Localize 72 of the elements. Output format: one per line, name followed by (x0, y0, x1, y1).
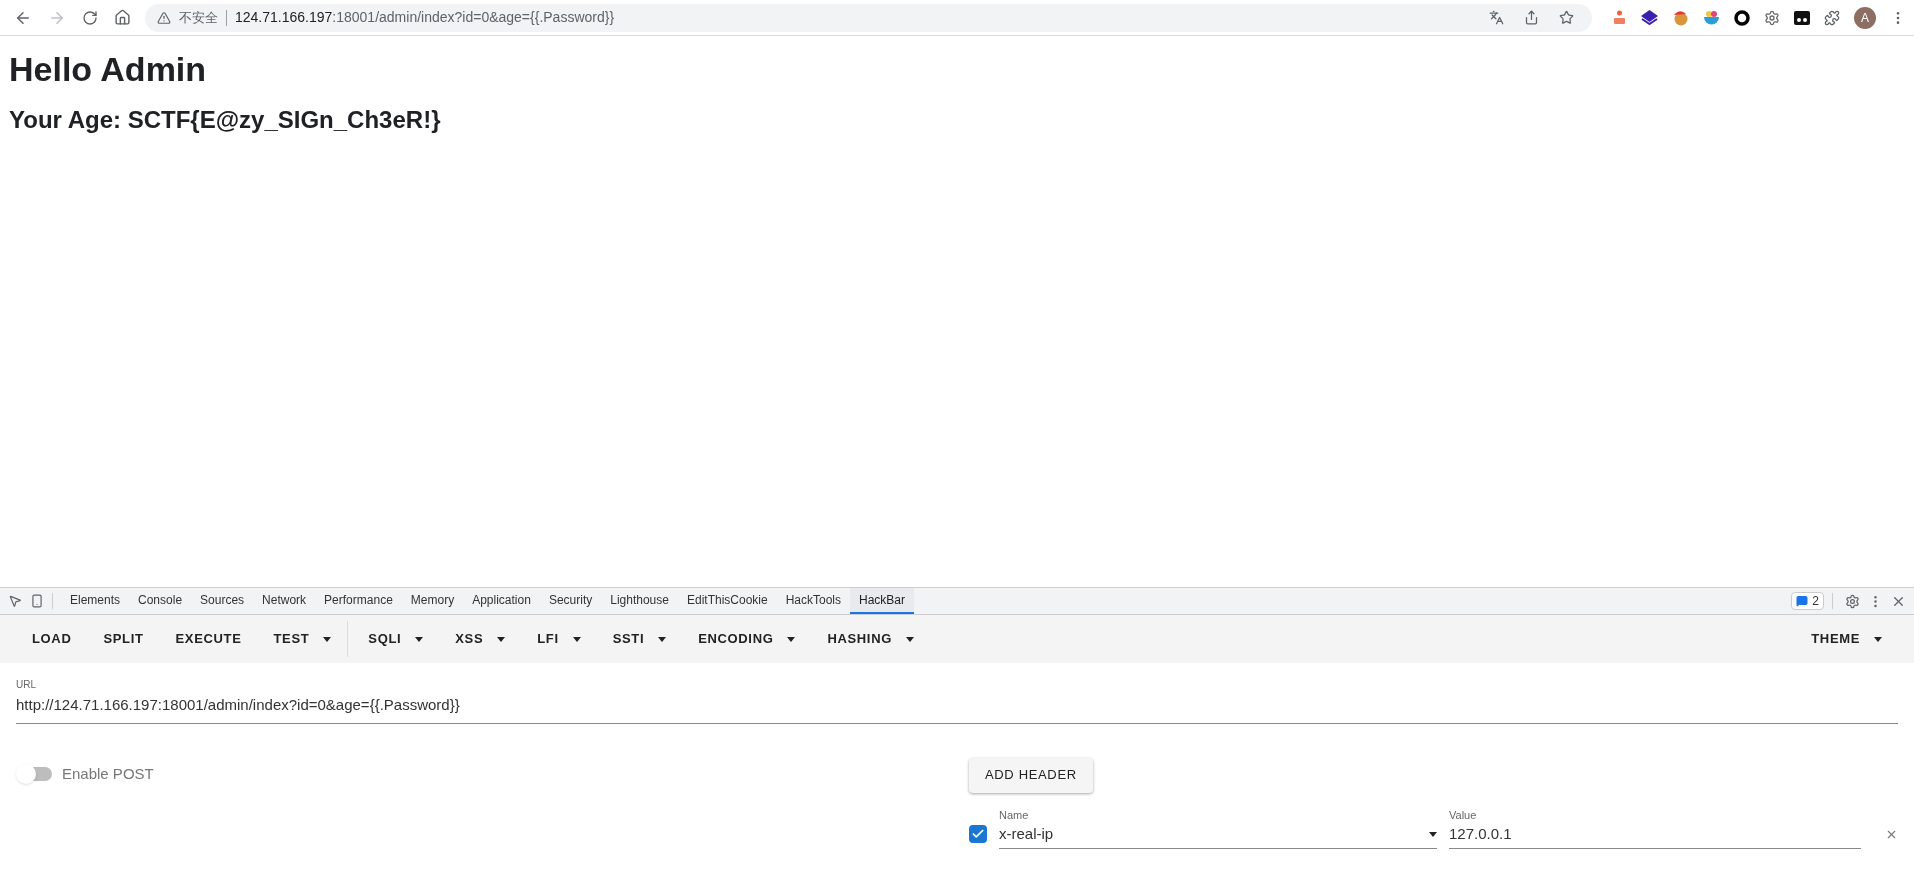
devtools-tab[interactable]: Elements (61, 588, 130, 614)
header-name-field[interactable]: Name x-real-ip (999, 806, 1437, 849)
hackbar-menu-button[interactable]: XSS (439, 621, 522, 657)
devtools-tab[interactable]: Sources (191, 588, 254, 614)
hackbar-menu-button[interactable]: ENCODING (682, 621, 812, 657)
caret-icon (323, 636, 332, 642)
caret-icon (658, 636, 667, 642)
devtools-tab[interactable]: Performance (315, 588, 402, 614)
page-heading: Hello Admin (9, 49, 208, 90)
hackbar-menu-button[interactable]: EXECUTE (159, 621, 258, 657)
cookie-extension-icon[interactable] (1672, 9, 1689, 26)
devtools-tab[interactable]: HackBar (850, 588, 915, 614)
hackbar-menu-button[interactable]: SPLIT (87, 621, 160, 657)
enable-post-switch[interactable] (16, 763, 54, 784)
warning-icon[interactable] (157, 10, 171, 25)
inspect-icon[interactable] (8, 594, 22, 608)
header-name-label: Name (999, 807, 1030, 823)
extensions-icon[interactable] (1824, 9, 1840, 26)
caret-icon (497, 636, 506, 642)
hackbar-menu-button[interactable]: SSTI (596, 621, 683, 657)
header-name-value: x-real-ip (999, 824, 1054, 844)
url-field[interactable]: URL http://124.71.166.197:18001/admin/index?id=0&age={{.Password}} (16, 677, 1898, 724)
header-value-text: 127.0.0.1 (1449, 824, 1513, 844)
header-value-label: Value (1449, 807, 1478, 823)
bowl-extension-icon[interactable] (1703, 9, 1720, 26)
devtools-tab[interactable]: HackTools (776, 588, 850, 614)
hackbar-menu-button[interactable]: HASHING (811, 621, 930, 657)
url-field-value: http://124.71.166.197:18001/admin/index?id=0&age={{.Password}} (16, 695, 461, 715)
home-icon[interactable] (114, 9, 131, 26)
hackbar-menu-button[interactable]: LOAD (16, 621, 88, 657)
hackbar-menu-button[interactable]: LFI (521, 621, 597, 657)
caret-icon (415, 636, 424, 642)
devtools-tab[interactable]: Lighthouse (601, 588, 678, 614)
layers-extension-icon[interactable] (1641, 10, 1658, 25)
devtools-tab[interactable]: Console (129, 588, 192, 614)
devtools-tab[interactable]: EditThisCookie (677, 588, 777, 614)
share-icon[interactable] (1524, 10, 1539, 25)
ring-extension-icon[interactable] (1734, 9, 1750, 26)
caret-icon (572, 636, 581, 642)
dropdown-caret-icon (1429, 831, 1437, 837)
url-path: :18001/admin/index?id=0&age={{.Password}} (332, 8, 615, 27)
add-header-button[interactable]: ADD HEADER (969, 757, 1093, 793)
glasses-extension-icon[interactable] (1794, 10, 1810, 25)
url-host: 124.71.166.197 (235, 8, 333, 27)
devtools-tab[interactable]: Security (539, 588, 602, 614)
network-extension-icon[interactable] (1612, 10, 1627, 25)
caret-icon (787, 636, 796, 642)
address-bar[interactable]: 不安全 124.71.166.197:18001/admin/index?id=0&age={{.Password}} (145, 3, 1592, 32)
devtools-tab[interactable]: Memory (401, 588, 464, 614)
device-toolbar-icon[interactable] (30, 594, 44, 608)
enable-post-label: Enable POST (62, 763, 154, 784)
profile-avatar[interactable]: A (1854, 6, 1876, 29)
translate-icon[interactable] (1489, 10, 1504, 25)
reload-icon[interactable] (82, 9, 98, 26)
page-subheading: Your Age: SCTF{E@zy_SIGn_Ch3eR!} (9, 104, 442, 135)
devtools-tab[interactable]: Network (253, 588, 316, 614)
caret-icon (905, 636, 914, 642)
header-value-field[interactable]: Value 127.0.0.1 (1449, 806, 1861, 849)
issues-badge[interactable]: 2 (1791, 592, 1824, 610)
settings-icon[interactable] (1845, 593, 1860, 609)
issues-count: 2 (1812, 593, 1819, 610)
caret-icon (1874, 636, 1882, 642)
devtools-tab[interactable]: Application (463, 588, 540, 614)
bookmark-star-icon[interactable] (1559, 10, 1574, 25)
theme-menu-button[interactable]: THEME (1795, 621, 1898, 657)
gear-extension-icon[interactable] (1764, 9, 1780, 26)
security-label[interactable]: 不安全 (179, 7, 218, 28)
url-field-label: URL (16, 678, 37, 692)
header-checkbox[interactable] (969, 824, 987, 843)
hackbar-menu-button[interactable]: SQLI (352, 621, 440, 657)
issues-icon (1796, 595, 1809, 607)
hackbar-menu-button[interactable]: TEST (257, 621, 349, 657)
